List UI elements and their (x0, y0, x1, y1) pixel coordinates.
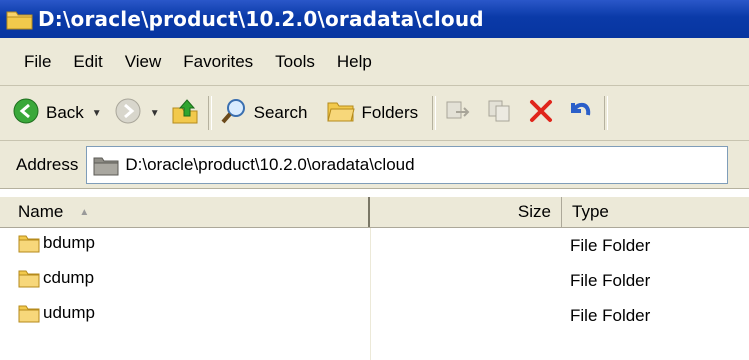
undo-icon (566, 97, 594, 130)
column-size-header[interactable]: Size (370, 197, 562, 227)
folder-icon (6, 7, 36, 31)
delete-icon (528, 98, 554, 129)
toolbar: Back ▼ ▼ Search Folders (0, 86, 749, 141)
menu-bar: File Edit View Favorites Tools Help (0, 38, 749, 86)
column-header: Name ▲ Size Type (0, 197, 749, 228)
chevron-down-icon[interactable]: ▼ (92, 108, 102, 119)
folders-label: Folders (361, 103, 419, 122)
up-icon (170, 96, 200, 131)
folder-icon (93, 154, 119, 176)
copy-to-button[interactable] (486, 93, 514, 133)
up-button[interactable] (170, 93, 200, 133)
search-label: Search (253, 103, 308, 122)
column-name-label: Name (18, 202, 64, 221)
window-title: D:\oracle\product\10.2.0\oradata\cloud (38, 7, 484, 31)
menu-favorites[interactable]: Favorites (183, 52, 253, 72)
undo-button[interactable] (566, 93, 594, 133)
toolbar-separator (207, 96, 212, 130)
folders-icon (327, 99, 356, 128)
file-type: File Folder (570, 271, 651, 290)
toolbar-separator (432, 96, 437, 130)
address-label: Address (16, 154, 79, 174)
name-column-divider (370, 228, 371, 360)
copy-icon (486, 97, 514, 130)
file-name: cdump (43, 268, 95, 287)
list-item[interactable]: bdump File Folder (0, 228, 749, 263)
title-bar: D:\oracle\product\10.2.0\oradata\cloud (0, 0, 749, 38)
column-type-header[interactable]: Type (562, 197, 749, 227)
move-icon (444, 97, 472, 130)
column-name-header[interactable]: Name ▲ (0, 197, 370, 227)
folder-icon (18, 235, 40, 253)
toolbar-separator (604, 96, 609, 130)
folder-icon (18, 270, 40, 288)
folder-icon (18, 305, 40, 323)
move-to-button[interactable] (444, 93, 472, 133)
back-icon (12, 97, 40, 130)
address-input[interactable]: D:\oracle\product\10.2.0\oradata\cloud (86, 145, 729, 184)
address-bar: Address D:\oracle\product\10.2.0\oradata… (0, 141, 749, 189)
file-name: udump (43, 303, 95, 322)
list-item[interactable]: cdump File Folder (0, 263, 749, 298)
chevron-down-icon[interactable]: ▼ (150, 108, 160, 119)
menu-file[interactable]: File (24, 52, 51, 72)
file-type: File Folder (570, 306, 651, 325)
address-value: D:\oracle\product\10.2.0\oradata\cloud (125, 154, 415, 174)
back-button[interactable]: Back ▼ (12, 93, 102, 133)
sort-ascending-icon: ▲ (79, 206, 90, 218)
menu-tools[interactable]: Tools (275, 52, 315, 72)
menu-help[interactable]: Help (337, 52, 372, 72)
search-button[interactable]: Search (220, 93, 308, 133)
file-name: bdump (43, 233, 95, 252)
search-icon (220, 97, 248, 130)
column-size-label: Size (517, 202, 551, 221)
column-type-label: Type (572, 202, 609, 221)
file-type: File Folder (570, 236, 651, 255)
delete-button[interactable] (528, 93, 554, 133)
forward-button[interactable]: ▼ (114, 93, 160, 133)
list-item[interactable]: udump File Folder (0, 298, 749, 333)
menu-edit[interactable]: Edit (73, 52, 102, 72)
file-list: bdump File Folder cdump File Folder udum… (0, 228, 749, 333)
back-label: Back (46, 103, 84, 122)
folders-button[interactable]: Folders (327, 93, 418, 133)
menu-view[interactable]: View (125, 52, 162, 72)
forward-icon (114, 97, 142, 130)
